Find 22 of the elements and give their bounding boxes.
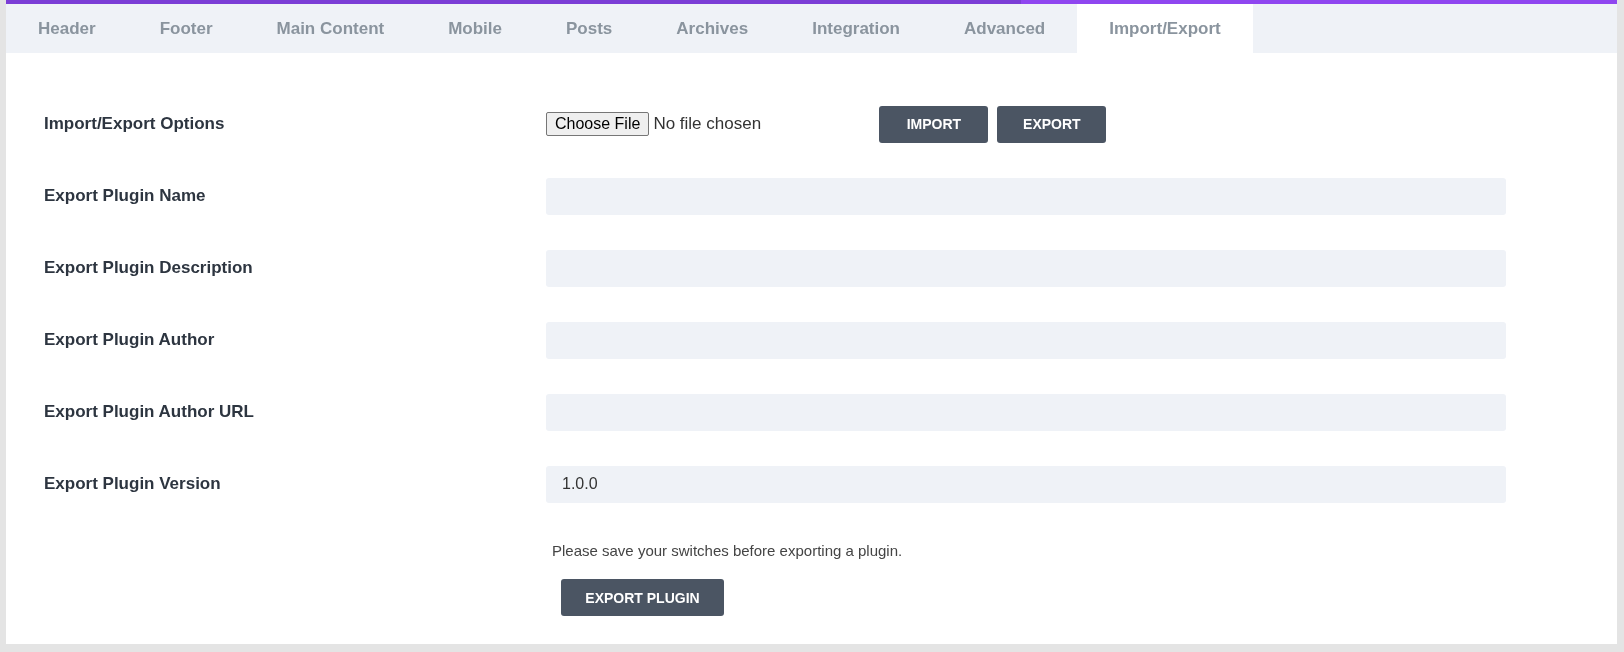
input-field[interactable]: 1.0.0 [546, 465, 1506, 503]
action-button[interactable]: EXPORT [997, 105, 1107, 143]
file-status: No file chosen [653, 114, 763, 134]
choose-file-button[interactable]: Choose File [546, 112, 650, 136]
tab[interactable]: Posts [534, 4, 645, 53]
tab[interactable]: Mobile [416, 4, 535, 53]
tab[interactable]: Footer [127, 4, 245, 53]
tab[interactable]: Header [6, 4, 128, 53]
tab[interactable]: Main Content [244, 4, 417, 53]
note-text: Please save your switches before exporting a plugin. [552, 542, 904, 559]
field-label: Import/Export Options [44, 114, 226, 134]
tab[interactable]: Integration [780, 4, 932, 53]
action-button[interactable]: IMPORT [879, 105, 989, 143]
field-label: Export Plugin Version [44, 474, 222, 494]
tab[interactable]: Archives [644, 4, 781, 53]
field-label: Export Plugin Author [44, 330, 216, 350]
field-label: Export Plugin Name [44, 186, 207, 206]
field-label: Export Plugin Author URL [44, 402, 255, 422]
tab[interactable]: Advanced [932, 4, 1078, 53]
tab[interactable]: Import/Export [1077, 4, 1253, 53]
export-plugin-button[interactable]: EXPORT PLUGIN [561, 579, 724, 616]
field-label: Export Plugin Description [44, 258, 254, 278]
